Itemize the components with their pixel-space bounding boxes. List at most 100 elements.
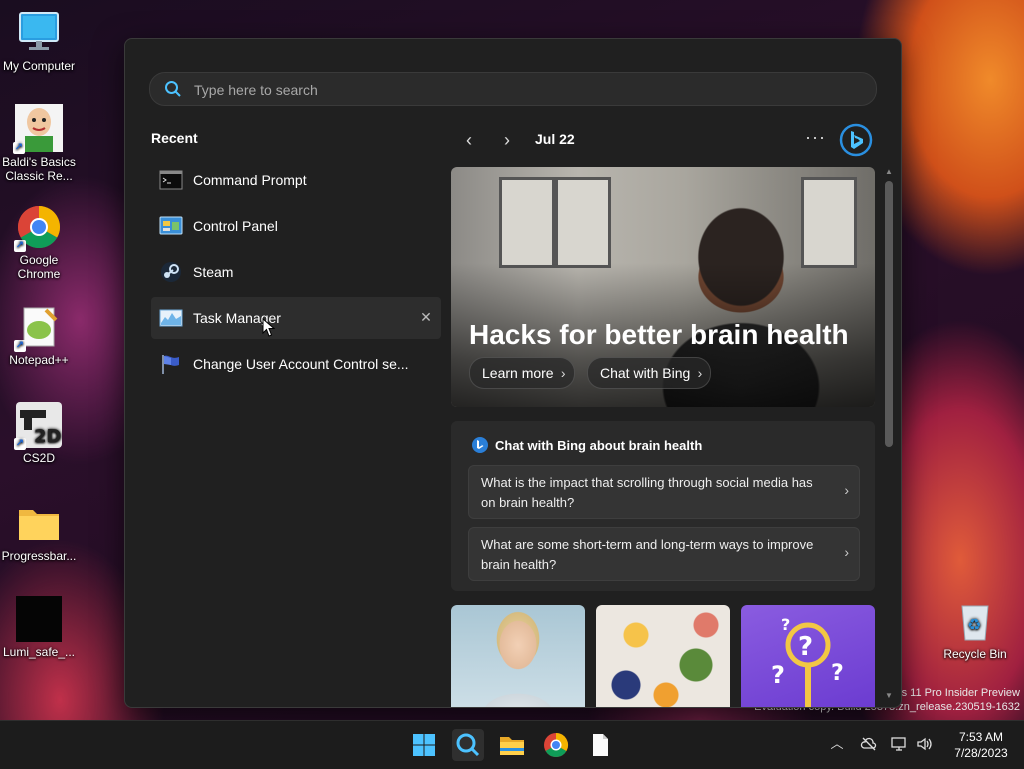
recent-item-control-panel[interactable]: Control Panel	[151, 205, 441, 247]
desktop-icon-notepad-plus-plus[interactable]: ↗ Notepad++	[1, 304, 77, 367]
recent-item-label: Steam	[193, 264, 234, 280]
chat-question[interactable]: What is the impact that scrolling throug…	[468, 465, 860, 519]
chevron-right-icon: ›	[697, 365, 703, 381]
desktop-icon-label: Notepad++	[9, 353, 69, 367]
chat-card-header: Chat with Bing about brain health	[471, 435, 702, 455]
shortcut-arrow-icon: ↗	[14, 240, 26, 252]
chrome-icon	[544, 733, 569, 758]
recent-item-label: Change User Account Control se...	[193, 356, 409, 372]
document-icon	[593, 734, 608, 756]
search-icon	[456, 733, 480, 757]
desktop-icon-recycle-bin[interactable]: ♻ Recycle Bin	[937, 598, 1013, 661]
learn-more-button[interactable]: Learn more ›	[469, 357, 575, 389]
baldi-icon: ↗	[13, 104, 63, 154]
hero-title: Hacks for better brain health	[469, 319, 849, 350]
shortcut-arrow-icon: ↗	[14, 438, 26, 450]
cs2d-icon: 2D ↗	[14, 402, 62, 450]
clock-date: 7/28/2023	[954, 746, 1008, 760]
desktop-icon-label: Progressbar...	[1, 549, 77, 563]
remove-recent-icon[interactable]: ✕	[419, 310, 433, 324]
chevron-right-icon: ›	[560, 365, 566, 381]
folder-icon	[16, 500, 62, 546]
desktop-icon-label: Lumi_safe_...	[2, 645, 76, 659]
bing-chat-icon	[472, 437, 488, 453]
learn-more-label: Learn more	[482, 365, 554, 381]
recent-heading: Recent	[151, 130, 198, 146]
scrollbar-thumb[interactable]	[885, 181, 893, 447]
desktop-icon-baldis-basics[interactable]: ↗ Baldi's Basics Classic Re...	[1, 104, 77, 183]
recent-item-steam[interactable]: Steam	[151, 251, 441, 293]
svg-text:♻: ♻	[967, 615, 981, 634]
folder-icon	[500, 737, 524, 755]
desktop-icon-label: Baldi's Basics Classic Re...	[2, 155, 76, 183]
chat-with-bing-button[interactable]: Chat with Bing ›	[587, 357, 712, 389]
scroll-down-icon[interactable]: ▼	[883, 691, 895, 701]
feed-scrollbar[interactable]: ▲ ▼	[883, 167, 895, 701]
scroll-up-icon[interactable]: ▲	[883, 167, 895, 177]
search-icon	[165, 81, 181, 97]
desktop-icon-cs2d[interactable]: 2D ↗ CS2D	[1, 402, 77, 465]
search-panel: Recent Command Prompt Control Panel Stea…	[124, 38, 902, 708]
svg-text:2D: 2D	[34, 426, 61, 447]
search-box[interactable]	[149, 72, 877, 106]
chat-question[interactable]: What are some short-term and long-term w…	[468, 527, 860, 581]
taskbar-notepad[interactable]	[584, 729, 616, 761]
volume-icon[interactable]	[916, 735, 934, 753]
thumbnail-healthy-food[interactable]	[596, 605, 730, 707]
desktop-icon-label: My Computer	[2, 59, 76, 73]
chevron-right-icon: ›	[844, 544, 849, 560]
recent-item-task-manager[interactable]: Task Manager ✕	[151, 297, 441, 339]
steam-icon	[159, 260, 183, 284]
search-input[interactable]	[192, 78, 856, 102]
chat-card-title: Chat with Bing about brain health	[495, 437, 703, 453]
control-panel-icon	[159, 214, 183, 238]
monitor-icon	[16, 10, 62, 56]
recent-list: Command Prompt Control Panel Steam Task …	[151, 159, 441, 389]
start-button[interactable]	[408, 729, 440, 761]
system-clock[interactable]: 7:53 AM 7/28/2023	[946, 729, 1016, 761]
thumbnail-question-marks[interactable]: ? ? ? ?	[741, 605, 875, 707]
mouse-cursor-icon	[262, 318, 276, 337]
desktop-icon-label: Recycle Bin	[943, 647, 1007, 661]
task-manager-icon	[159, 306, 183, 330]
network-icon[interactable]	[890, 735, 908, 753]
chevron-up-icon[interactable]: ︿	[828, 735, 846, 753]
chat-with-bing-label: Chat with Bing	[600, 365, 691, 381]
taskbar-search-button[interactable]	[452, 729, 484, 761]
desktop-icon-progressbar-folder[interactable]: Progressbar...	[1, 500, 77, 563]
svg-text:?: ?	[831, 661, 844, 686]
recent-item-command-prompt[interactable]: Command Prompt	[151, 159, 441, 201]
desktop-icon-my-computer[interactable]: My Computer	[1, 10, 77, 73]
bing-chat-card: Chat with Bing about brain health What i…	[451, 421, 875, 591]
svg-text:?: ?	[771, 661, 785, 689]
chat-question-text: What are some short-term and long-term w…	[481, 537, 814, 572]
command-prompt-icon	[159, 168, 183, 192]
taskbar-chrome[interactable]	[540, 729, 572, 761]
black-file-icon	[16, 596, 62, 642]
feed-date: Jul 22	[535, 131, 575, 147]
recycle-bin-icon: ♻	[952, 598, 998, 644]
cloud-offline-icon[interactable]	[860, 735, 878, 753]
hero-card[interactable]: Hacks for better brain health Learn more…	[451, 167, 875, 407]
recent-item-label: Control Panel	[193, 218, 278, 234]
clock-time: 7:53 AM	[958, 730, 1004, 744]
recent-item-label: Command Prompt	[193, 172, 307, 188]
desktop-icon-lumi-safe[interactable]: Lumi_safe_...	[1, 596, 77, 659]
svg-text:?: ?	[798, 632, 813, 662]
question-marks-icon: ? ? ? ?	[771, 615, 844, 707]
thumbnail-woman-headache[interactable]	[451, 605, 585, 707]
chevron-right-icon: ›	[844, 482, 849, 498]
chevron-right-icon[interactable]: ›	[497, 129, 517, 151]
bing-icon[interactable]	[839, 123, 873, 157]
desktop-icon-label: Google Chrome	[17, 253, 61, 281]
feed-scroll-area[interactable]: Hacks for better brain health Learn more…	[451, 167, 875, 707]
more-options-icon[interactable]: ···	[805, 127, 826, 148]
taskbar-file-explorer[interactable]	[496, 729, 528, 761]
windows-logo-icon	[413, 734, 435, 756]
uac-flag-icon	[159, 352, 183, 376]
chrome-icon: ↗	[14, 204, 62, 252]
recent-item-uac[interactable]: Change User Account Control se...	[151, 343, 441, 385]
chevron-left-icon[interactable]: ‹	[459, 129, 479, 151]
desktop-icon-google-chrome[interactable]: ↗ Google Chrome	[1, 204, 77, 281]
chat-question-text: What is the impact that scrolling throug…	[481, 475, 813, 510]
